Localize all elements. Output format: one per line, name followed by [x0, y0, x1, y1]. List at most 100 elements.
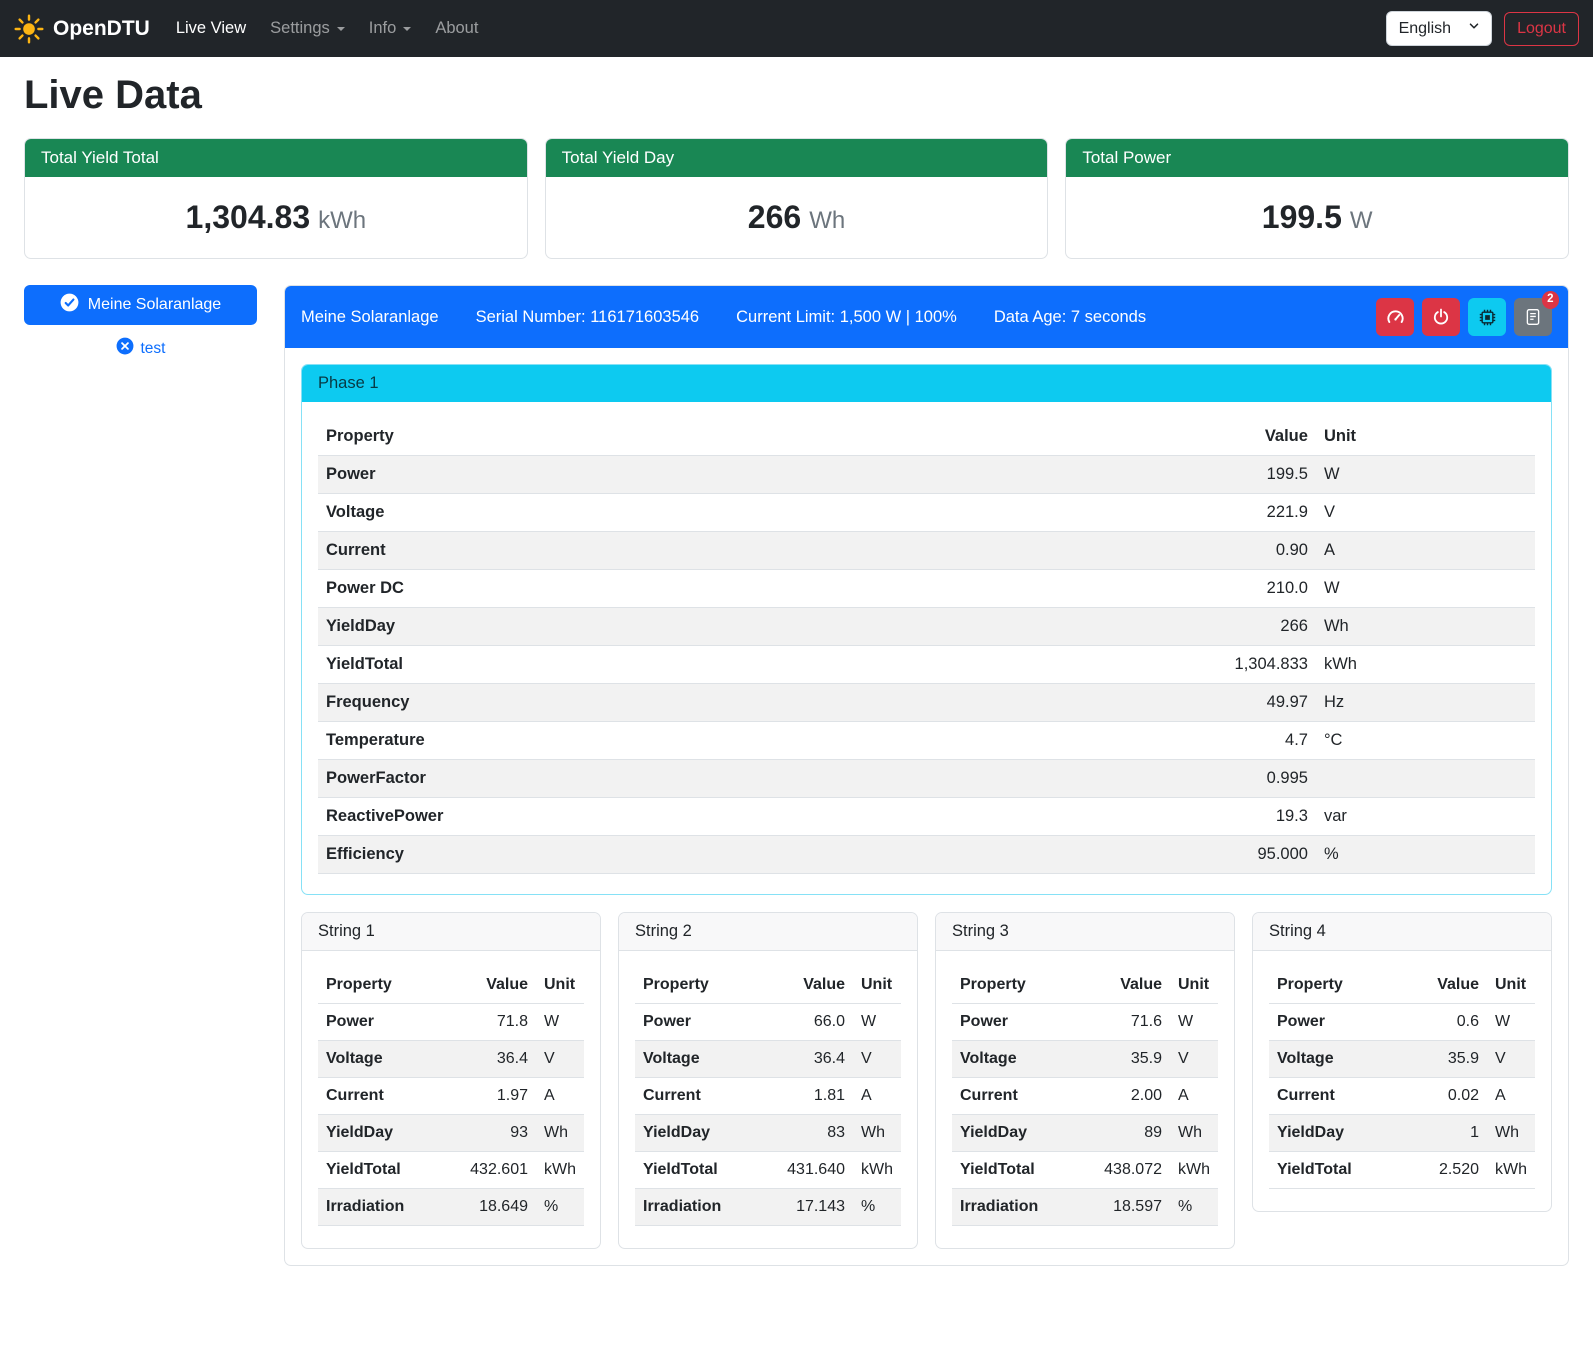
row-property: Voltage	[318, 494, 1146, 532]
row-property: Voltage	[1269, 1041, 1429, 1078]
row-value: 1,304.833	[1146, 646, 1316, 684]
check-circle-icon	[60, 293, 79, 317]
row-value: 210.0	[1146, 570, 1316, 608]
row-unit: A	[1316, 532, 1535, 570]
row-property: YieldDay	[1269, 1115, 1429, 1152]
nav-about-label: About	[435, 19, 478, 38]
row-value: 0.02	[1429, 1078, 1487, 1115]
row-value: 18.597	[1096, 1189, 1170, 1226]
row-value: 266	[1146, 608, 1316, 646]
row-property: Current	[318, 532, 1146, 570]
row-property: Power DC	[318, 570, 1146, 608]
sidebar-item-meine-solaranlage[interactable]: Meine Solaranlage	[24, 285, 257, 325]
row-value: 71.6	[1096, 1004, 1170, 1041]
brand[interactable]: OpenDTU	[14, 14, 150, 44]
string-3-table: Property Value Unit Power	[952, 967, 1218, 1226]
row-unit: W	[536, 1004, 584, 1041]
brand-label: OpenDTU	[53, 17, 150, 41]
row-property: Power	[318, 456, 1146, 494]
nav-settings[interactable]: Settings	[258, 11, 357, 46]
language-select[interactable]: English	[1386, 11, 1492, 46]
row-property: Current	[635, 1078, 779, 1115]
data-age: Data Age: 7 seconds	[994, 308, 1146, 327]
string-2-table: Property Value Unit Power	[635, 967, 901, 1226]
chevron-down-icon	[1467, 19, 1481, 38]
row-value: 17.143	[779, 1189, 853, 1226]
power-button[interactable]	[1422, 298, 1460, 336]
row-value: 83	[779, 1115, 853, 1152]
table-row: Voltage 36.4 V	[318, 1041, 584, 1078]
logout-button[interactable]: Logout	[1504, 12, 1579, 46]
row-value: 89	[1096, 1115, 1170, 1152]
row-property: YieldDay	[635, 1115, 779, 1152]
table-row: Current 1.97 A	[318, 1078, 584, 1115]
row-value: 431.640	[779, 1152, 853, 1189]
nav-about[interactable]: About	[423, 11, 490, 46]
total-yield-day-card: Total Yield Day 266Wh	[545, 138, 1049, 259]
current-limit: Current Limit: 1,500 W | 100%	[736, 308, 957, 327]
sidebar-item-test[interactable]: test	[110, 336, 172, 361]
row-unit: W	[1487, 1004, 1535, 1041]
row-value: 35.9	[1429, 1041, 1487, 1078]
journal-icon	[1524, 308, 1542, 326]
row-value: 2.520	[1429, 1152, 1487, 1189]
event-log-button[interactable]: 2	[1514, 298, 1552, 336]
nav-info[interactable]: Info	[357, 11, 424, 46]
row-property: Current	[318, 1078, 462, 1115]
table-row: Current 0.02 A	[1269, 1078, 1535, 1115]
row-property: Current	[1269, 1078, 1429, 1115]
row-property: Current	[952, 1078, 1096, 1115]
card-value: 266	[748, 199, 801, 235]
table-row: Irradiation 18.649 %	[318, 1189, 584, 1226]
table-row: YieldTotal 431.640 kWh	[635, 1152, 901, 1189]
content-row: Meine Solaranlage test Meine Solaranlage…	[24, 285, 1569, 1266]
row-value: 199.5	[1146, 456, 1316, 494]
table-header-row: Property Value Unit	[952, 967, 1218, 1004]
row-unit: V	[1487, 1041, 1535, 1078]
row-property: Irradiation	[952, 1189, 1096, 1226]
string-2-card: String 2 Property Value Unit	[618, 912, 918, 1249]
navbar: OpenDTU Live View Settings Info About En…	[0, 0, 1593, 57]
row-value: 19.3	[1146, 798, 1316, 836]
row-unit: %	[1316, 836, 1535, 874]
table-row: YieldTotal 438.072 kWh	[952, 1152, 1218, 1189]
row-unit: W	[1170, 1004, 1218, 1041]
row-unit: A	[853, 1078, 901, 1115]
power-icon	[1432, 308, 1450, 326]
row-unit: W	[853, 1004, 901, 1041]
col-value: Value	[1096, 967, 1170, 1004]
col-unit: Unit	[1316, 418, 1535, 456]
row-unit	[1316, 760, 1535, 798]
x-circle-icon	[116, 337, 134, 360]
string-title: String 1	[302, 913, 600, 951]
col-unit: Unit	[1487, 967, 1535, 1004]
row-value: 221.9	[1146, 494, 1316, 532]
nav-live-view[interactable]: Live View	[164, 11, 258, 46]
col-property: Property	[1269, 967, 1429, 1004]
device-info-button[interactable]	[1468, 298, 1506, 336]
string-4-card: String 4 Property Value Unit	[1252, 912, 1552, 1212]
row-value: 0.995	[1146, 760, 1316, 798]
sidebar-item-label: Meine Solaranlage	[88, 296, 221, 314]
table-row: Power 199.5 W	[318, 456, 1535, 494]
row-unit: W	[1316, 456, 1535, 494]
strings-grid: String 1 Property Value Unit	[301, 912, 1552, 1249]
row-property: Power	[1269, 1004, 1429, 1041]
row-unit: Wh	[1316, 608, 1535, 646]
limit-settings-button[interactable]	[1376, 298, 1414, 336]
row-property: Voltage	[318, 1041, 462, 1078]
table-row: Irradiation 18.597 %	[952, 1189, 1218, 1226]
card-unit: Wh	[809, 207, 845, 234]
row-value: 1	[1429, 1115, 1487, 1152]
row-value: 18.649	[462, 1189, 536, 1226]
row-unit: %	[1170, 1189, 1218, 1226]
phase-title: Phase 1	[302, 365, 1551, 402]
col-property: Property	[318, 967, 462, 1004]
row-value: 36.4	[462, 1041, 536, 1078]
table-row: Current 1.81 A	[635, 1078, 901, 1115]
col-value: Value	[1429, 967, 1487, 1004]
row-property: Efficiency	[318, 836, 1146, 874]
row-property: YieldTotal	[318, 1152, 462, 1189]
language-value: English	[1399, 20, 1451, 38]
row-unit: V	[1316, 494, 1535, 532]
